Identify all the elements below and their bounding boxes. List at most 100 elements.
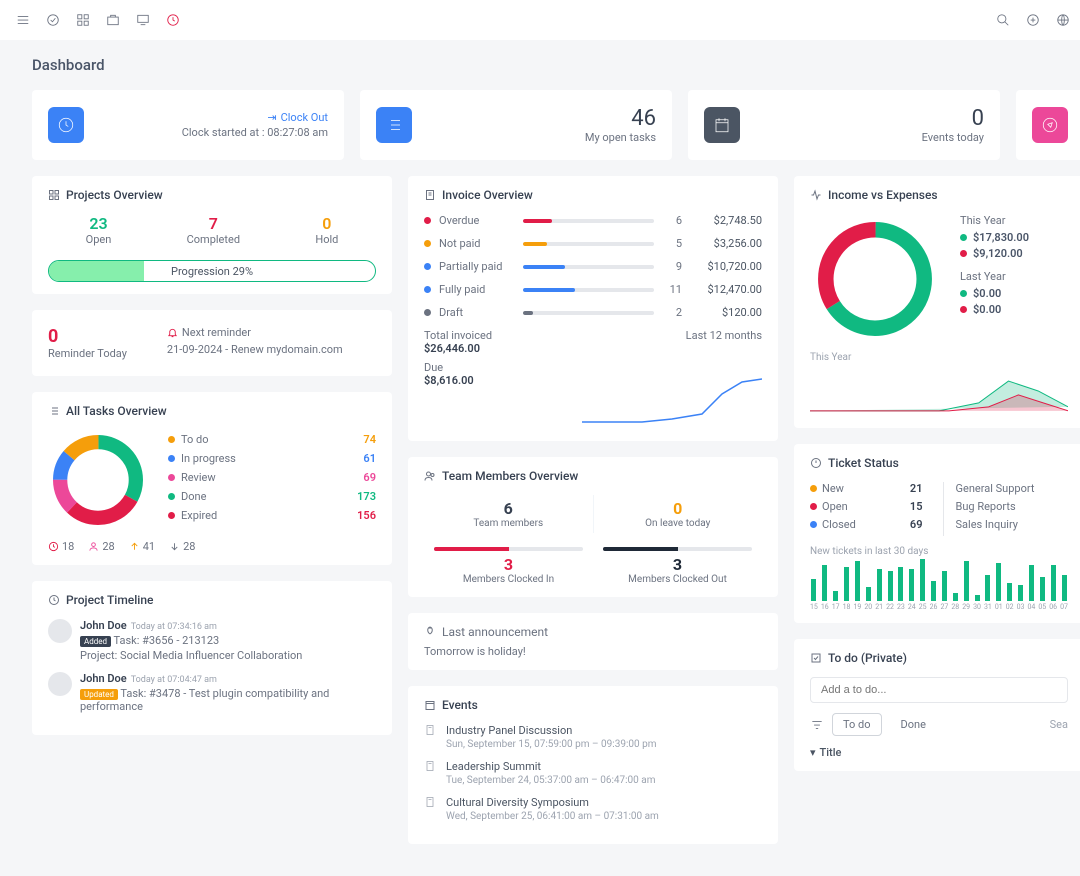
open-tasks-label: My open tasks xyxy=(424,131,656,144)
ticket-bar: 21 xyxy=(875,569,883,611)
ticket-bar: 25 xyxy=(919,559,927,611)
ticket-status-row: Open15 xyxy=(810,500,923,513)
check-circle-icon[interactable] xyxy=(46,13,60,27)
legend-row: Review69 xyxy=(168,471,376,484)
ticket-bar: 05 xyxy=(1038,577,1046,611)
project-timeline-card: Project Timeline John DoeToday at 07:34:… xyxy=(32,581,392,735)
open-tasks-value: 46 xyxy=(424,106,656,131)
tm-substat: 3Members Clocked Out xyxy=(593,547,762,585)
chevron-down-icon[interactable]: ▾ xyxy=(810,746,816,759)
ticket-bar: 17 xyxy=(832,591,840,611)
ticket-category[interactable]: Sales Inquiry xyxy=(956,518,1069,531)
ticket-bar: 02 xyxy=(1006,583,1014,611)
income-expenses-card: Income vs Expenses This Year $17,830.00$… xyxy=(794,176,1080,428)
search-icon[interactable] xyxy=(996,13,1010,27)
ticket-bar: 06 xyxy=(1049,565,1057,611)
legend-row: Expired156 xyxy=(168,509,376,522)
tm-substat: 3Members Clocked In xyxy=(424,547,593,585)
invoice-row: Overdue6$2,748.50 xyxy=(424,214,762,227)
income-donut xyxy=(810,214,940,344)
add-icon[interactable] xyxy=(1026,13,1040,27)
filter-icon[interactable] xyxy=(810,718,824,732)
invoice-overview-card: Invoice Overview Overdue6$2,748.50Not pa… xyxy=(408,176,778,441)
events-card: Events Industry Panel DiscussionSun, Sep… xyxy=(408,686,778,844)
ticket-bar: 01 xyxy=(995,563,1003,611)
calendar-icon xyxy=(704,107,740,143)
list-icon xyxy=(376,107,412,143)
projects-overview-card: Projects Overview 23Open7Completed0Hold … xyxy=(32,176,392,294)
proj-stat: 0Hold xyxy=(315,214,338,246)
ticket-bar: 22 xyxy=(886,571,894,611)
events-today-card: 0 Events today xyxy=(688,90,1000,160)
ticket-bar: 24 xyxy=(908,569,916,611)
invoice-row: Fully paid11$12,470.00 xyxy=(424,283,762,296)
ticket-bar: 18 xyxy=(843,567,851,611)
clock-card: ⇥ Clock Out Clock started at : 08:27:08 … xyxy=(32,90,344,160)
ticket-status-row: New21 xyxy=(810,482,923,495)
avatar xyxy=(48,672,72,696)
meta-clock: 18 xyxy=(48,540,74,553)
tab-todo[interactable]: To do xyxy=(832,713,882,736)
ticket-bar: 16 xyxy=(821,565,829,611)
ticket-bar: 30 xyxy=(973,595,981,611)
invoice-row: Not paid5$3,256.00 xyxy=(424,237,762,250)
ticket-bar: 04 xyxy=(1028,565,1036,611)
todo-card: To do (Private) To do Done Sea ▾Title xyxy=(794,639,1080,771)
briefcase-icon[interactable] xyxy=(106,13,120,27)
ticket-category[interactable]: General Support xyxy=(956,482,1069,495)
legend-row: To do74 xyxy=(168,433,376,446)
clock-stat-icon xyxy=(48,107,84,143)
meta-users: 28 xyxy=(88,540,114,553)
compass-card[interactable] xyxy=(1016,90,1080,160)
progress-bar: Progression 29% xyxy=(48,260,376,282)
timeline-item: John DoeToday at 07:04:47 amUpdated Task… xyxy=(48,672,376,713)
ticket-bar: 27 xyxy=(941,571,949,611)
menu-icon[interactable] xyxy=(16,13,30,27)
event-item[interactable]: Leadership SummitTue, September 24, 05:3… xyxy=(424,760,762,786)
globe-icon[interactable] xyxy=(1056,13,1070,27)
ticket-bar: 15 xyxy=(810,579,818,611)
invoice-row: Draft2$120.00 xyxy=(424,306,762,319)
legend-row: Done173 xyxy=(168,490,376,503)
reminder-count: 0 xyxy=(48,326,127,347)
ticket-bar: 31 xyxy=(984,575,992,611)
proj-stat: 7Completed xyxy=(187,214,240,246)
ticket-bar: 07 xyxy=(1060,575,1068,611)
clock-icon[interactable] xyxy=(166,13,180,27)
events-label: Events today xyxy=(752,131,984,144)
invoice-row: Partially paid9$10,720.00 xyxy=(424,260,762,273)
tm-stat: 6Team members xyxy=(424,495,594,533)
events-value: 0 xyxy=(752,106,984,131)
ticket-status-card: Ticket Status New21Open15Closed69 Genera… xyxy=(794,444,1080,623)
compass-icon xyxy=(1032,107,1068,143)
event-item[interactable]: Cultural Diversity SymposiumWed, Septemb… xyxy=(424,796,762,822)
ticket-bar: 28 xyxy=(951,593,959,611)
reminder-card: 0 Reminder Today Next reminder 21-09-202… xyxy=(32,310,392,376)
ticket-bar: 26 xyxy=(930,581,938,611)
todo-input[interactable] xyxy=(810,677,1068,703)
avatar xyxy=(48,619,72,643)
tm-stat: 0On leave today xyxy=(594,495,763,533)
team-members-card: Team Members Overview 6Team members0On l… xyxy=(408,457,778,597)
all-tasks-card: All Tasks Overview To do74In progress61R… xyxy=(32,392,392,565)
income-sparkline xyxy=(810,363,1068,413)
meta-down: 28 xyxy=(169,540,195,553)
tab-done[interactable]: Done xyxy=(890,713,937,736)
ticket-bar: 29 xyxy=(962,561,970,611)
ticket-category[interactable]: Bug Reports xyxy=(956,500,1069,513)
event-item[interactable]: Industry Panel DiscussionSun, September … xyxy=(424,724,762,750)
invoice-sparkline xyxy=(582,369,762,429)
meta-up: 41 xyxy=(129,540,155,553)
legend-row: In progress61 xyxy=(168,452,376,465)
ticket-bar: 19 xyxy=(854,561,862,611)
ticket-bar: 23 xyxy=(897,567,905,611)
open-tasks-card: 46 My open tasks xyxy=(360,90,672,160)
clock-out-link[interactable]: ⇥ Clock Out xyxy=(96,111,328,124)
monitor-icon[interactable] xyxy=(136,13,150,27)
ticket-bar: 20 xyxy=(864,587,872,611)
page-title: Dashboard xyxy=(32,56,1080,74)
proj-stat: 23Open xyxy=(86,214,112,246)
todo-search[interactable]: Sea xyxy=(1050,718,1068,731)
grid-icon[interactable] xyxy=(76,13,90,27)
topbar xyxy=(0,0,1080,40)
